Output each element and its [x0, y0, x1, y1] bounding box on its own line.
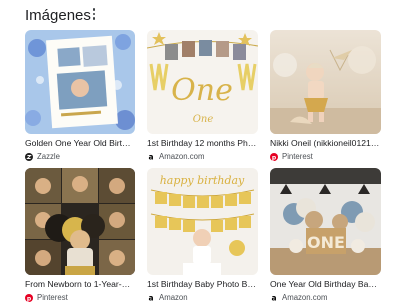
result-thumbnail[interactable]: One One — [147, 30, 258, 134]
zazzle-icon — [25, 152, 33, 161]
source-name: Zazzle — [37, 152, 60, 161]
result-thumbnail[interactable]: ONE — [270, 168, 381, 275]
result-caption[interactable]: 1st Birthday 12 months Photo ... — [147, 138, 258, 149]
source-name: Pinterest — [282, 152, 313, 161]
svg-text:a: a — [148, 294, 153, 302]
card5-happy-text: happy birthday — [160, 174, 245, 187]
image-results-grid: Golden One Year Old Birthda... Zazzle On… — [25, 30, 381, 303]
source-name: Amazon.com — [159, 152, 205, 161]
amazon-icon: a — [147, 294, 155, 302]
images-section-header: Imágenes — [25, 5, 91, 25]
svg-text:p: p — [272, 154, 277, 161]
image-result-card[interactable]: Nikki Oneil (nikkioneil0121) - P... p Pi… — [270, 30, 381, 162]
pinterest-icon: p — [25, 293, 33, 302]
amazon-icon: a — [147, 153, 155, 161]
card2-one-text: One — [171, 73, 233, 108]
card6-one-text: ONE — [307, 233, 345, 252]
image-result-card[interactable]: ONE One Year Old Birthday Backd... a Ama… — [270, 168, 381, 303]
result-thumbnail[interactable] — [270, 30, 381, 134]
result-caption[interactable]: From Newborn to 1-Year-Old.... — [25, 279, 135, 290]
source-name: Amazon — [159, 293, 188, 302]
result-caption[interactable]: One Year Old Birthday Backd... — [270, 279, 381, 290]
result-source[interactable]: p Pinterest — [270, 151, 381, 162]
section-title: Imágenes — [25, 6, 91, 24]
card2-one-small-text: One — [193, 114, 214, 125]
amazon-icon: a — [270, 294, 278, 302]
image-result-card[interactable]: Golden One Year Old Birthda... Zazzle — [25, 30, 135, 162]
result-thumbnail[interactable]: happy birthday — [147, 168, 258, 275]
source-name: Pinterest — [37, 293, 68, 302]
result-source[interactable]: Zazzle — [25, 151, 135, 162]
result-source[interactable]: a Amazon.com — [147, 151, 258, 162]
source-name: Amazon.com — [282, 293, 328, 302]
svg-text:p: p — [27, 295, 32, 302]
result-caption[interactable]: Nikki Oneil (nikkioneil0121) - P... — [270, 138, 381, 149]
image-result-card[interactable]: happy birthday 1st Birthday Baby Photo B… — [147, 168, 258, 303]
pinterest-icon: p — [270, 152, 278, 161]
result-thumbnail[interactable] — [25, 30, 135, 134]
result-thumbnail[interactable] — [25, 168, 135, 275]
image-result-card[interactable]: One One 1st Birthday 12 months Photo ...… — [147, 30, 258, 162]
result-caption[interactable]: 1st Birthday Baby Photo Bann... — [147, 279, 258, 290]
svg-text:a: a — [148, 153, 153, 161]
image-result-card[interactable]: From Newborn to 1-Year-Old.... p Pintere… — [25, 168, 135, 303]
result-source[interactable]: a Amazon.com — [270, 292, 381, 303]
result-source[interactable]: a Amazon — [147, 292, 258, 303]
svg-text:a: a — [271, 294, 276, 302]
result-caption[interactable]: Golden One Year Old Birthda... — [25, 138, 135, 149]
result-source[interactable]: p Pinterest — [25, 292, 135, 303]
more-vert-icon[interactable] — [88, 7, 100, 21]
